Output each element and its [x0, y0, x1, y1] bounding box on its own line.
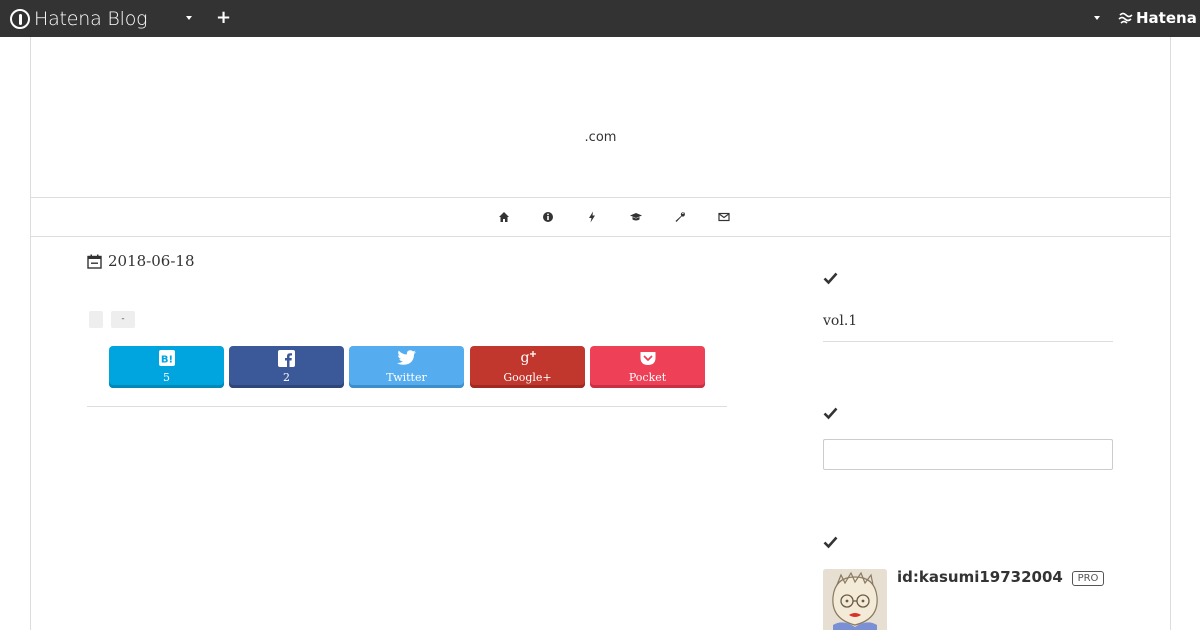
- hatena-bookmark-icon: B!: [158, 350, 175, 366]
- blog-header: .com: [30, 37, 1171, 198]
- hatena-bookmark-count: 5: [163, 371, 170, 384]
- hatena-blog-logo[interactable]: Hatena Blog: [10, 6, 148, 31]
- hatena-link[interactable]: Hatena: [1118, 9, 1197, 27]
- nav-envelope-icon[interactable]: [702, 209, 746, 225]
- googleplus-icon: g: [520, 350, 536, 366]
- hatena-wave-icon: [1118, 12, 1133, 24]
- entry-date[interactable]: 2018-06-18: [87, 252, 194, 270]
- check-icon: [823, 270, 838, 285]
- pocket-icon: [640, 351, 655, 365]
- date-text: 2018-06-18: [108, 252, 195, 270]
- pro-badge: PRO: [1072, 571, 1104, 586]
- category-tag[interactable]: [89, 311, 103, 328]
- facebook-icon: [278, 349, 295, 367]
- twitter-icon: [397, 350, 416, 365]
- sidebar-entry-link[interactable]: vol.1: [823, 313, 857, 329]
- twitter-share-button[interactable]: Twitter: [349, 346, 464, 388]
- nav-home-icon[interactable]: [482, 209, 526, 225]
- global-header: Hatena Blog + Hatena: [0, 0, 1200, 37]
- svg-text:B!: B!: [160, 355, 172, 366]
- pocket-share-button[interactable]: Pocket: [590, 346, 705, 388]
- nav-wrench-icon[interactable]: [658, 209, 702, 225]
- facebook-share-count: 2: [283, 371, 290, 384]
- search-input[interactable]: [823, 439, 1113, 470]
- blog-title[interactable]: .com: [30, 130, 1171, 145]
- chevron-down-icon[interactable]: [184, 12, 196, 24]
- profile-id[interactable]: id:kasumi19732004: [897, 568, 1063, 586]
- sidebar-divider: [823, 341, 1113, 342]
- svg-text:g: g: [520, 350, 529, 366]
- nav-info-icon[interactable]: [526, 209, 570, 225]
- global-nav: [30, 198, 1171, 237]
- googleplus-share-button[interactable]: g Google+: [470, 346, 585, 388]
- facebook-share-button[interactable]: 2: [229, 346, 344, 388]
- avatar[interactable]: [823, 569, 887, 630]
- hatena-logo-icon: [10, 8, 30, 29]
- nav-bolt-icon[interactable]: [570, 209, 614, 225]
- googleplus-share-label: Google+: [503, 371, 552, 384]
- add-post-button[interactable]: +: [216, 8, 231, 28]
- user-menu-chevron-down-icon[interactable]: [1092, 12, 1104, 24]
- check-icon: [823, 405, 838, 420]
- hatena-label: Hatena: [1136, 9, 1197, 27]
- category-tag[interactable]: -: [111, 311, 135, 328]
- pocket-share-label: Pocket: [628, 371, 667, 384]
- avatar-drawing-icon: [823, 569, 887, 630]
- twitter-share-label: Twitter: [386, 371, 427, 384]
- article-divider: [87, 406, 727, 407]
- calendar-icon: [87, 254, 102, 269]
- nav-graduation-cap-icon[interactable]: [614, 209, 658, 225]
- check-icon: [823, 534, 838, 549]
- brand-name: Hatena Blog: [34, 7, 148, 30]
- hatena-bookmark-button[interactable]: B! 5: [109, 346, 224, 388]
